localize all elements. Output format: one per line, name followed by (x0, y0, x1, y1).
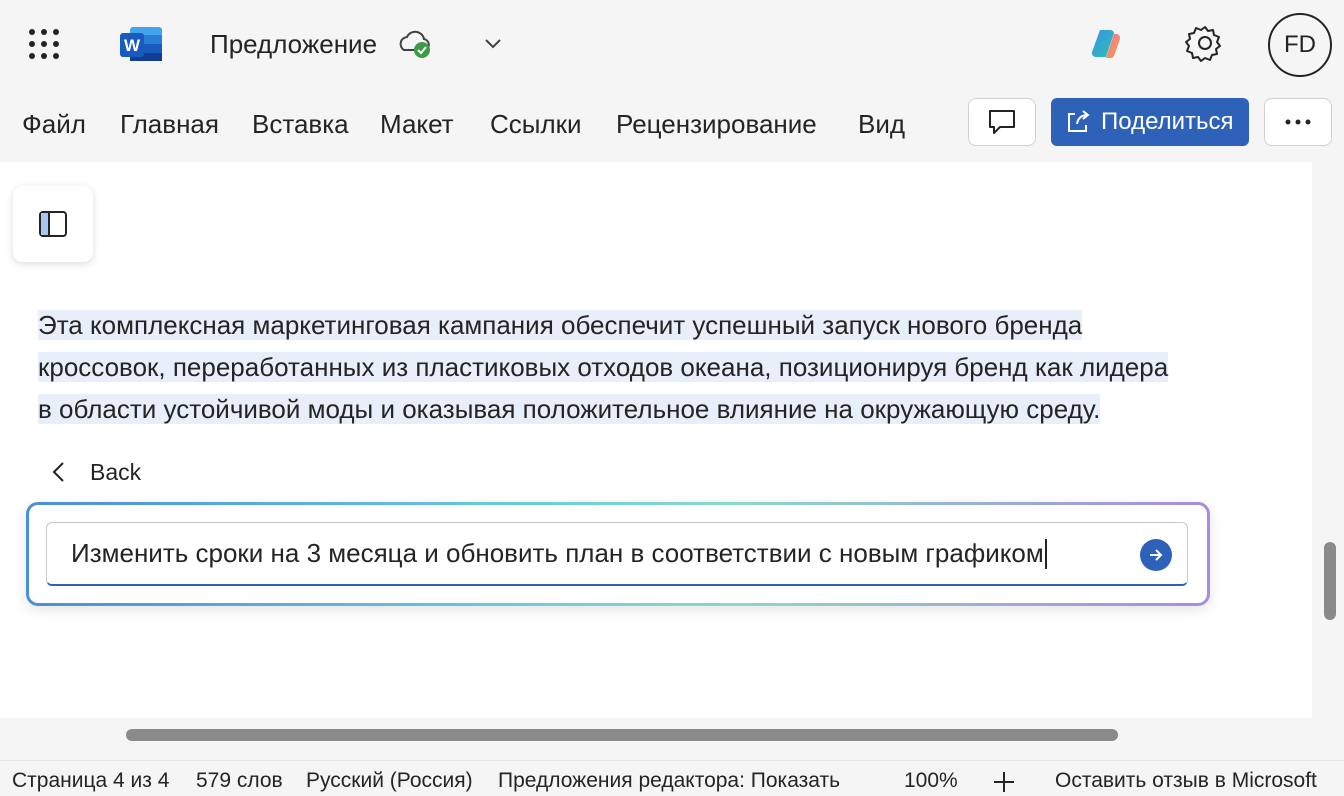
share-label: Поделиться (1101, 108, 1234, 135)
document-canvas[interactable]: Эта комплексная маркетинговая кампания о… (0, 162, 1312, 718)
menu-insert[interactable]: Вставка (252, 106, 349, 142)
menu-layout[interactable]: Макет (380, 106, 454, 142)
vertical-scrollbar[interactable] (1324, 542, 1336, 620)
paragraph-line: кроссовок, переработанных из пластиковых… (38, 352, 1169, 382)
back-button[interactable]: Back (50, 454, 141, 490)
user-avatar[interactable]: FD (1268, 13, 1332, 77)
language-indicator[interactable]: Русский (Россия) (306, 767, 473, 795)
zoom-level[interactable]: 100% (904, 767, 958, 795)
navigation-pane-button[interactable] (13, 186, 93, 262)
arrow-right-icon (1150, 549, 1163, 561)
feedback-link[interactable]: Оставить отзыв в Microsoft (1055, 767, 1317, 795)
word-count[interactable]: 579 слов (196, 767, 283, 795)
chevron-down-icon[interactable] (480, 30, 506, 56)
menu-home[interactable]: Главная (120, 106, 219, 142)
menu-review[interactable]: Рецензирование (616, 106, 817, 142)
editor-suggestions[interactable]: Предложения редактора: Показать (498, 767, 840, 795)
copilot-prompt-panel: Изменить сроки на 3 месяца и обновить пл… (26, 502, 1210, 606)
prompt-input[interactable]: Изменить сроки на 3 месяца и обновить пл… (46, 522, 1188, 586)
paragraph-line: Эта комплексная маркетинговая кампания о… (38, 310, 1083, 340)
share-button[interactable]: Поделиться (1051, 98, 1249, 146)
selected-paragraph[interactable]: Эта комплексная маркетинговая кампания о… (38, 304, 1278, 430)
document-title[interactable]: Предложение (210, 26, 377, 62)
menu-references[interactable]: Ссылки (490, 106, 582, 142)
share-icon (1068, 110, 1090, 132)
comments-button[interactable] (968, 98, 1036, 146)
more-options-button[interactable] (1264, 98, 1332, 146)
title-bar: W Предложение FD (0, 0, 1344, 88)
text-caret (1044, 538, 1047, 569)
comment-icon (989, 110, 1015, 134)
cloud-check-icon[interactable] (396, 26, 436, 62)
back-label: Back (90, 458, 142, 485)
menu-view[interactable]: Вид (858, 106, 905, 142)
page-count[interactable]: Страница 4 из 4 (12, 767, 169, 795)
menu-file[interactable]: Файл (22, 106, 86, 142)
copilot-icon[interactable] (1086, 24, 1126, 64)
ribbon-menu: Файл Главная Вставка Макет Ссылки Реценз… (0, 92, 1344, 156)
plus-icon[interactable] (992, 770, 1016, 794)
prompt-text: Изменить сроки на 3 месяца и обновить пл… (71, 538, 1044, 568)
horizontal-scrollbar[interactable] (126, 729, 1118, 741)
panel-icon (39, 211, 67, 237)
chevron-left-icon (52, 462, 64, 482)
more-icon (1285, 119, 1311, 125)
send-button[interactable] (1140, 539, 1172, 571)
svg-text:W: W (124, 36, 141, 55)
word-icon[interactable]: W (116, 24, 164, 64)
paragraph-line: в области устойчивой моды и оказывая пол… (38, 394, 1101, 424)
status-bar: Страница 4 из 4 579 слов Русский (Россия… (0, 760, 1344, 796)
waffle-icon[interactable] (26, 26, 62, 62)
gear-icon[interactable] (1184, 22, 1226, 64)
